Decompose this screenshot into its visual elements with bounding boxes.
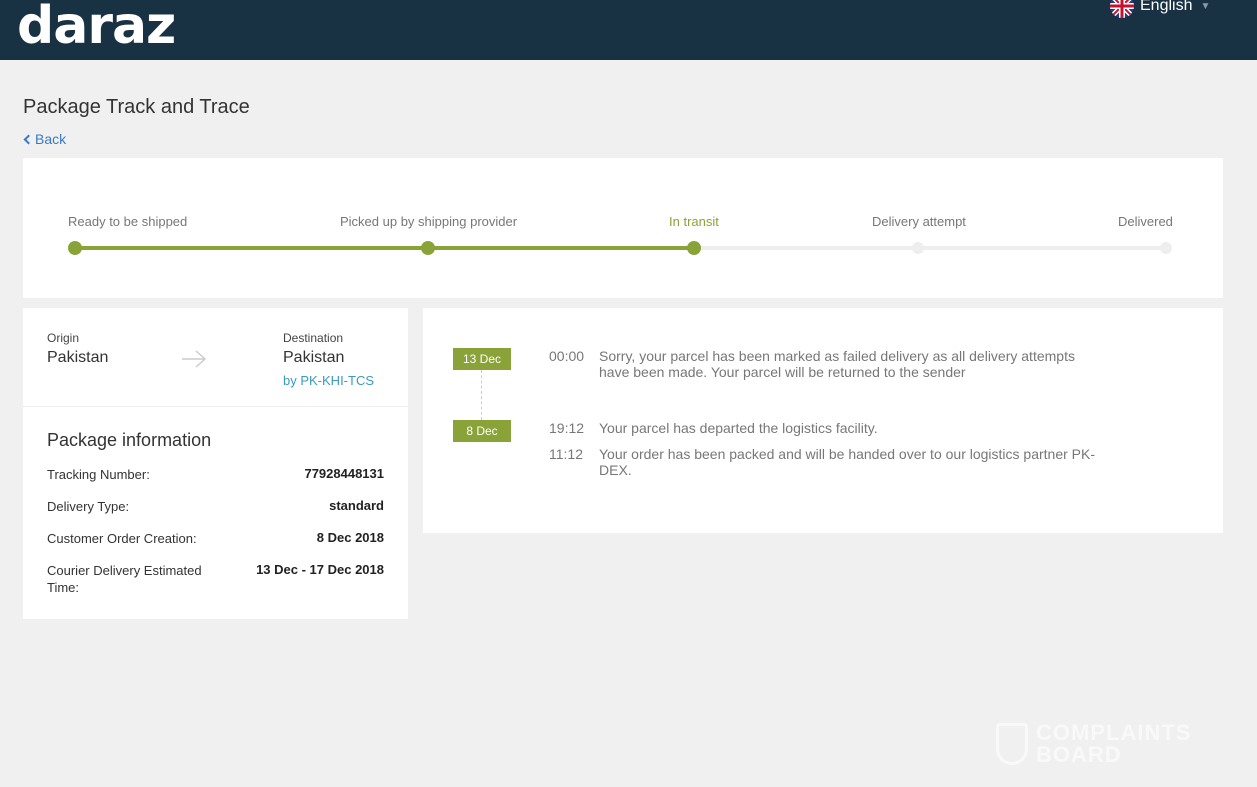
shield-icon [996, 723, 1028, 765]
delivery-type-label: Delivery Type: [47, 499, 130, 514]
progress-track-fill [74, 246, 694, 250]
step-label-in-transit: In transit [669, 214, 719, 229]
date-badge: 8 Dec [453, 420, 511, 442]
event-time: 11:12 [549, 446, 583, 462]
language-selector[interactable]: English ▼ [1110, 0, 1210, 18]
destination-label: Destination [283, 331, 344, 345]
tracking-number-value: 77928448131 [304, 466, 384, 481]
page-title: Package Track and Trace [23, 96, 250, 118]
step-label-picked-up: Picked up by shipping provider [340, 214, 518, 229]
event-text: Sorry, your parcel has been marked as fa… [599, 348, 1075, 380]
step-dot-ready [68, 241, 82, 255]
watermark-line2: BOARD [1036, 742, 1122, 767]
daraz-logo[interactable]: daraz [17, 0, 176, 58]
tracking-number-label: Tracking Number: [47, 467, 150, 482]
uk-flag-icon [1110, 0, 1134, 18]
package-info-title: Package information [47, 430, 212, 450]
destination-country: Pakistan [283, 349, 345, 366]
step-dot-delivery-attempt [912, 242, 924, 254]
complaints-board-watermark: COMPLAINTS BOARD [996, 722, 1191, 766]
tracking-timeline-card: 13 Dec 00:00 Sorry, your parcel has been… [423, 308, 1223, 533]
shipment-progress-card: Ready to be shipped Picked up by shippin… [23, 158, 1223, 298]
order-creation-value: 8 Dec 2018 [316, 530, 384, 545]
language-label: English [1140, 0, 1193, 14]
step-dot-picked-up [421, 241, 435, 255]
step-label-delivery-attempt: Delivery attempt [872, 214, 966, 229]
order-creation-label: Customer Order Creation: [47, 531, 197, 546]
back-link[interactable]: Back [23, 131, 66, 147]
event-time: 00:00 [549, 348, 585, 364]
delivery-type-value: standard [329, 498, 384, 513]
event-time: 19:12 [549, 420, 585, 436]
step-label-ready: Ready to be shipped [68, 214, 188, 229]
back-label: Back [35, 131, 67, 147]
event-text: Your order has been packed and will be h… [599, 446, 1096, 478]
step-dot-delivered [1160, 242, 1172, 254]
watermark-line1: COMPLAINTS [1036, 720, 1192, 745]
step-label-delivered: Delivered [1118, 214, 1173, 229]
estimated-time-value: 13 Dec - 17 Dec 2018 [256, 562, 384, 577]
top-header: daraz English ▼ [0, 0, 1257, 60]
step-dot-in-transit [687, 241, 701, 255]
date-badge: 13 Dec [453, 348, 511, 370]
chevron-left-icon [23, 134, 34, 144]
arrow-right-icon [181, 349, 207, 374]
estimated-time-label: Courier Delivery Estimated Time: [47, 563, 202, 595]
package-info-card: Origin Pakistan Destination Pakistan by … [23, 308, 408, 619]
origin-country: Pakistan [47, 349, 109, 366]
origin-label: Origin [47, 331, 80, 345]
event-text: Your parcel has departed the logistics f… [599, 420, 878, 436]
timeline-connector [481, 370, 482, 420]
route-section: Origin Pakistan Destination Pakistan by … [23, 308, 408, 407]
caret-down-icon: ▼ [1200, 0, 1211, 12]
carrier-label: by PK-KHI-TCS [283, 373, 375, 388]
